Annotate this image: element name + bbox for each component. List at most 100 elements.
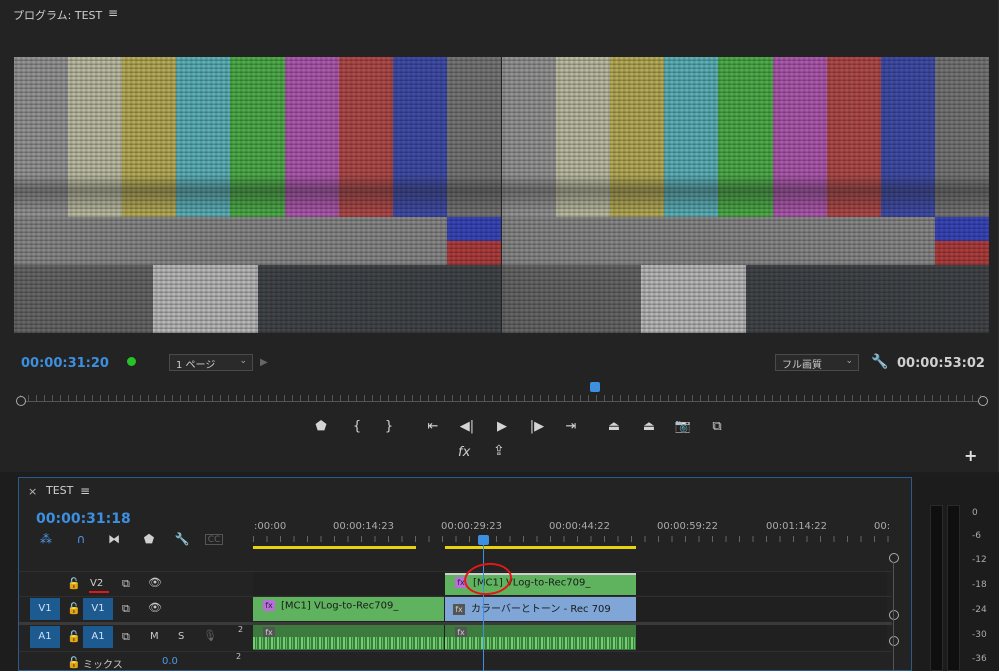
sync-lock-icon[interactable]: ⧉ <box>122 602 130 616</box>
ruler-label: :00:00 <box>254 521 287 532</box>
add-marker-icon[interactable]: ⬟ <box>140 532 158 546</box>
clip-v1-multicam[interactable]: fx [MC1] VLog-to-Rec709_ <box>253 597 444 621</box>
duration-timecode: 00:00:53:02 <box>897 356 985 371</box>
zoom-page-select[interactable]: 1 ページ ⌄ <box>169 354 253 371</box>
track-label-v1[interactable]: V1 <box>83 598 113 620</box>
vu-scale-label: -24 <box>972 605 987 615</box>
triangle-right-icon[interactable]: ▶ <box>260 357 268 368</box>
sync-lock-icon[interactable]: ⧉ <box>122 630 130 644</box>
lift-button[interactable]: ⏏ <box>604 419 624 434</box>
vu-scale-label: -36 <box>972 654 987 664</box>
scrub-line <box>20 401 984 402</box>
solo-button[interactable]: S <box>178 631 184 642</box>
render-bar-yellow <box>445 546 636 549</box>
add-marker-button[interactable]: ⬟ <box>311 419 331 434</box>
mark-in-button[interactable]: { <box>347 419 367 434</box>
playhead-timecode[interactable]: 00:00:31:20 <box>21 356 109 371</box>
track-divider <box>19 571 892 572</box>
audio-waveform <box>445 637 636 649</box>
clip-name: [MC1] VLog-to-Rec709_ <box>281 600 399 612</box>
lock-icon[interactable]: 🔓 <box>67 630 81 643</box>
mute-button[interactable]: M <box>150 631 159 642</box>
track-divider <box>19 651 892 652</box>
nest-icon[interactable]: ⁂ <box>37 532 55 546</box>
go-to-in-button[interactable]: ⇤ <box>423 419 443 434</box>
program-scrub-bar[interactable] <box>16 391 988 407</box>
vu-meter-right <box>947 505 960 671</box>
captions-icon[interactable]: CC <box>205 534 223 545</box>
mark-out-button[interactable]: } <box>379 419 399 434</box>
ruler-ticks <box>253 536 893 542</box>
status-indicator-dot <box>127 357 136 366</box>
timeline-tab-title[interactable]: TEST <box>46 484 73 497</box>
lock-icon[interactable]: 🔓 <box>67 656 81 669</box>
eye-icon[interactable]: 👁 <box>148 576 162 589</box>
clip-a1-audio[interactable]: fx <box>253 625 444 650</box>
zoom-page-value: 1 ページ <box>176 360 216 371</box>
chevron-down-icon: ⌄ <box>239 356 247 366</box>
ruler-label: 00:00:14:23 <box>333 521 395 532</box>
ruler-label: 00:00:44:22 <box>549 521 611 532</box>
clip-v1-color-bars[interactable]: fx カラーバーとトーン - Rec 709 <box>445 597 636 621</box>
timeline-menu-icon[interactable]: ≡ <box>80 484 90 498</box>
go-to-out-button[interactable]: ⇥ <box>561 419 581 434</box>
timeline-playhead-line[interactable] <box>483 540 484 671</box>
clip-name: カラーバーとトーン - Rec 709 <box>471 604 611 615</box>
lock-icon[interactable]: 🔓 <box>67 602 81 615</box>
clip-a1-tone[interactable]: fx <box>445 625 636 650</box>
playback-quality-value: フル画質 <box>782 360 822 371</box>
vu-scale-label: -30 <box>972 630 987 640</box>
scroll-handle-low[interactable] <box>889 636 899 646</box>
channel-count: 2 <box>236 652 242 661</box>
ruler-label: 00:00:29:23 <box>441 521 503 532</box>
fx-badge-icon: fx <box>263 600 275 611</box>
vu-scale-label: 0 <box>972 508 978 518</box>
program-playhead[interactable] <box>590 382 600 392</box>
comparison-view-button[interactable]: ⧉ <box>707 419 727 434</box>
linked-selection-icon[interactable]: ⧓ <box>105 532 123 546</box>
scroll-handle-mid[interactable] <box>889 610 899 620</box>
export-icon[interactable]: ⇪ <box>493 443 505 459</box>
export-frame-button[interactable]: 📷 <box>673 419 693 434</box>
audio-waveform <box>253 637 444 649</box>
sync-lock-icon[interactable]: ⧉ <box>122 577 130 591</box>
vu-scale-label: -6 <box>972 531 981 541</box>
vu-scale-label: -12 <box>972 555 987 565</box>
mix-volume-value[interactable]: 0.0 <box>162 656 178 667</box>
ruler-label: 00:01:14:22 <box>766 521 828 532</box>
ruler-label: 00:00:59:22 <box>657 521 719 532</box>
program-video-right[interactable] <box>502 57 989 333</box>
track-label-v2[interactable]: V2 <box>90 578 103 589</box>
source-patch-v1[interactable]: V1 <box>30 598 60 620</box>
program-panel-title[interactable]: プログラム: TEST <box>13 7 102 23</box>
play-button[interactable]: ▶ <box>492 419 512 434</box>
eye-icon[interactable]: 👁 <box>148 601 162 614</box>
add-button[interactable]: + <box>964 446 977 465</box>
wrench-icon[interactable]: 🔧 <box>871 354 888 370</box>
scrub-start-handle[interactable] <box>16 396 26 406</box>
step-forward-button[interactable]: |▶ <box>527 419 547 434</box>
program-panel-menu-icon[interactable]: ≡ <box>108 6 118 20</box>
extract-button[interactable]: ⏏ <box>639 419 659 434</box>
timeline-timecode[interactable]: 00:00:31:18 <box>36 511 131 527</box>
playback-quality-select[interactable]: フル画質 ⌄ <box>775 354 859 371</box>
lock-icon[interactable]: 🔓 <box>67 577 81 590</box>
snap-magnet-icon[interactable]: ∩ <box>72 532 90 546</box>
step-back-button[interactable]: ◀| <box>457 419 477 434</box>
close-icon[interactable]: × <box>28 485 37 498</box>
source-patch-a1[interactable]: A1 <box>30 626 60 648</box>
channel-count: 2 <box>238 625 244 634</box>
timeline-playhead[interactable] <box>478 535 489 545</box>
track-label-a1[interactable]: A1 <box>83 626 113 648</box>
fx-badge-icon: fx <box>453 603 465 615</box>
scroll-handle-top[interactable] <box>889 553 899 563</box>
microphone-icon[interactable]: 🎙 <box>203 629 217 642</box>
wrench-icon[interactable]: 🔧 <box>173 532 191 546</box>
vertical-scroll-track[interactable] <box>893 562 894 671</box>
program-video-left[interactable] <box>14 57 501 333</box>
scrub-end-handle[interactable] <box>978 396 988 406</box>
mix-label: ミックス <box>83 660 123 671</box>
vu-meter-left <box>930 505 943 671</box>
fx-icon[interactable]: fx <box>458 445 470 460</box>
vu-scale-label: -18 <box>972 580 987 590</box>
